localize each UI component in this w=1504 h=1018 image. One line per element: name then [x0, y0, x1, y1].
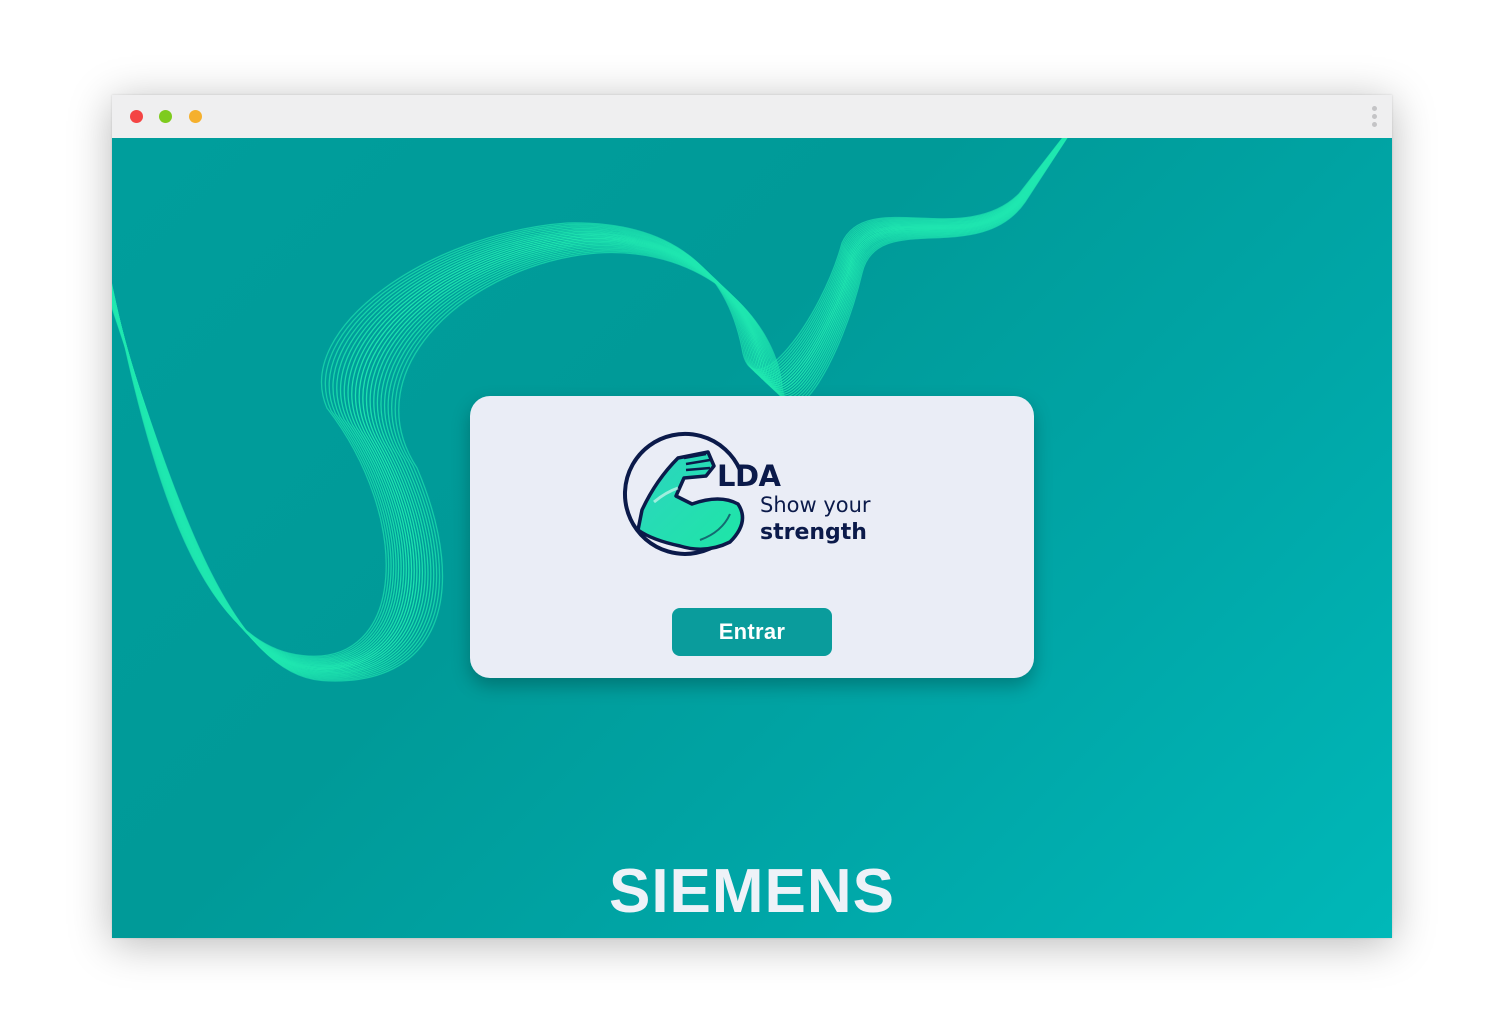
login-card: LDA Show your strength Entrar — [470, 396, 1034, 678]
lda-logo: LDA Show your strength — [620, 430, 882, 560]
minimize-window-button[interactable] — [189, 110, 202, 123]
close-window-button[interactable] — [130, 110, 143, 123]
siemens-brand-logo: SIEMENS — [608, 857, 896, 926]
browser-window: LDA Show your strength Entrar SIEMENS — [112, 95, 1392, 938]
window-titlebar — [112, 95, 1392, 138]
maximize-window-button[interactable] — [159, 110, 172, 123]
flexed-arm-icon — [622, 431, 745, 556]
page-content: LDA Show your strength Entrar SIEMENS — [112, 138, 1392, 938]
logo-title: LDA — [717, 459, 781, 493]
enter-button[interactable]: Entrar — [672, 608, 832, 656]
logo-tagline-line2: strength — [760, 520, 867, 545]
kebab-menu-icon[interactable] — [1368, 106, 1380, 130]
logo-tagline-line1: Show your — [760, 493, 871, 517]
